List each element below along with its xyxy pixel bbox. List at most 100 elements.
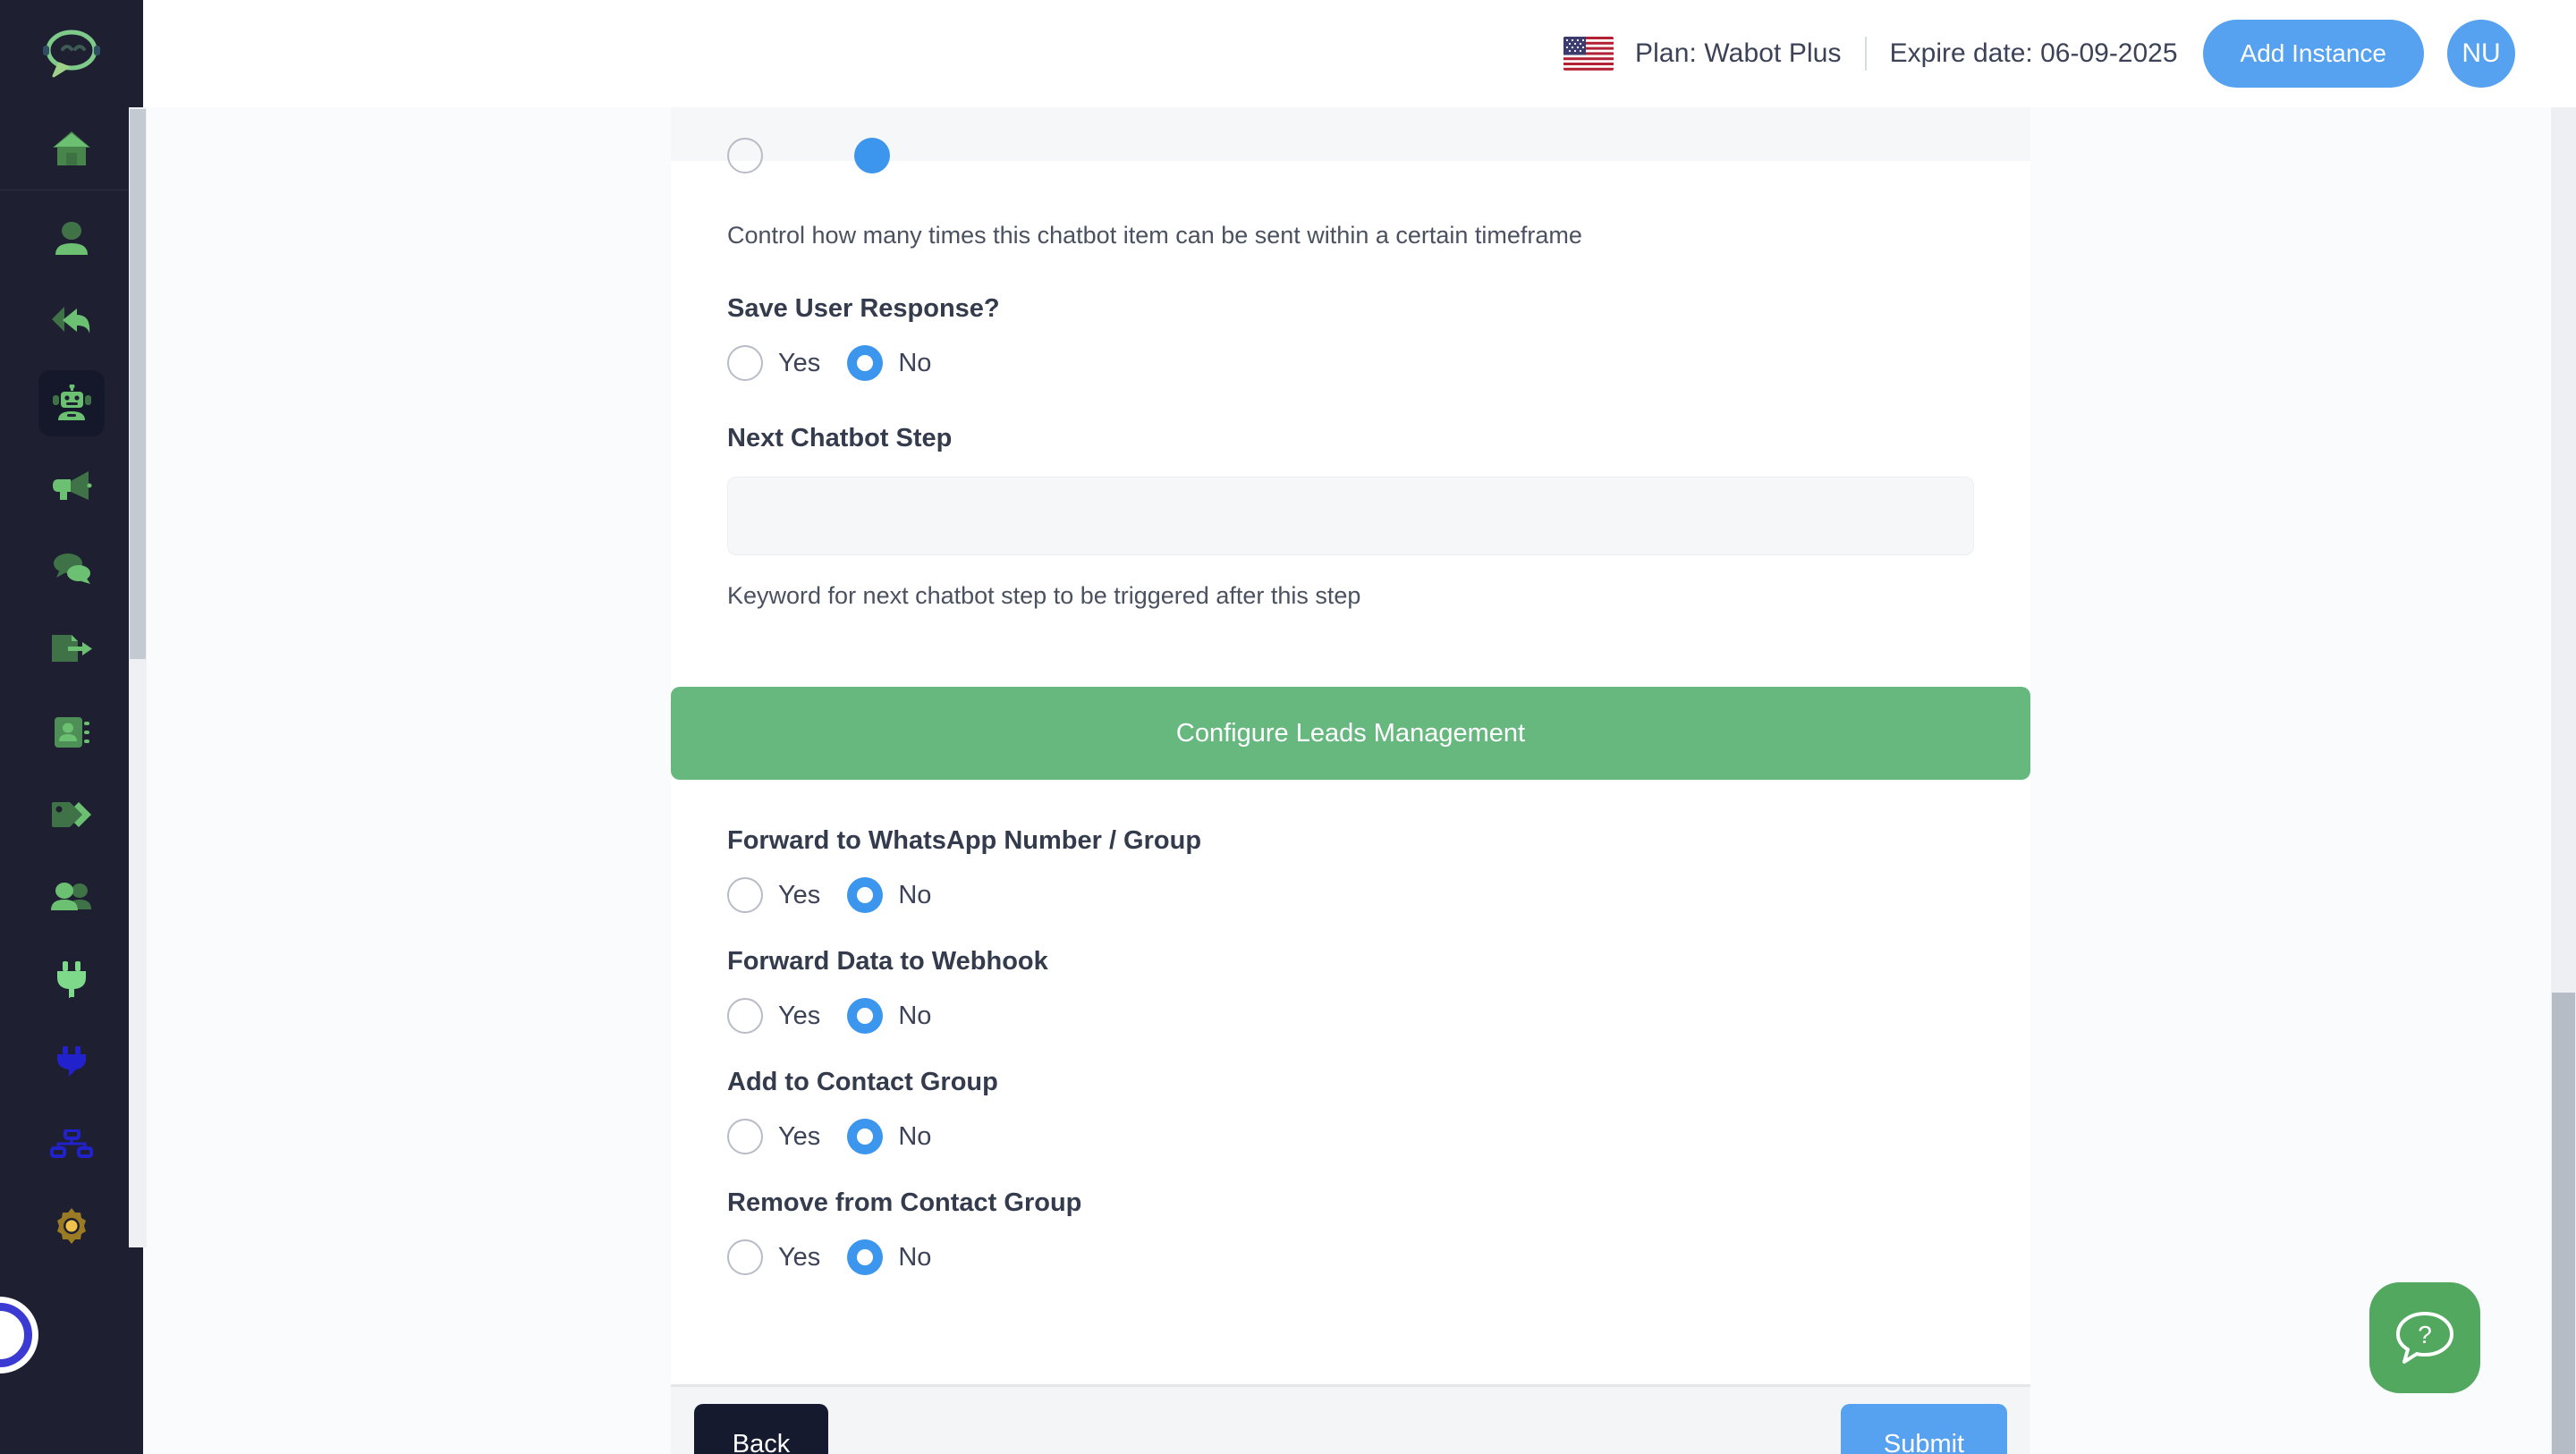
plug-blue-icon bbox=[57, 1046, 86, 1077]
top-header: Plan: Wabot Plus Expire date: 06-09-2025… bbox=[143, 0, 2576, 107]
sidebar-item-home[interactable] bbox=[38, 115, 105, 182]
save-user-response-option-yes[interactable]: Yes bbox=[727, 345, 821, 382]
forward-whatsapp-option-yes[interactable]: Yes bbox=[727, 877, 821, 914]
users-group-icon bbox=[51, 883, 91, 910]
next-chatbot-step-helper: Keyword for next chatbot step to be trig… bbox=[727, 582, 1361, 610]
sidebar-item-bulk-export[interactable] bbox=[38, 617, 105, 683]
robot-icon bbox=[53, 385, 91, 420]
svg-text:?: ? bbox=[2418, 1321, 2432, 1348]
radio-option-label: Yes bbox=[778, 880, 821, 909]
radio-mark-checked[interactable] bbox=[847, 1239, 884, 1276]
radio-mark-checked[interactable] bbox=[847, 998, 884, 1035]
radio-mark-checked[interactable] bbox=[847, 1119, 884, 1155]
sidebar-item-contact-book[interactable] bbox=[38, 699, 105, 765]
sidebar-item-settings[interactable] bbox=[38, 1193, 105, 1259]
forward-webhook-option-yes[interactable]: Yes bbox=[727, 998, 821, 1035]
forward-webhook-option-no[interactable]: No bbox=[847, 998, 932, 1035]
app-root: Plan: Wabot Plus Expire date: 06-09-2025… bbox=[0, 0, 2576, 1454]
user-icon bbox=[55, 222, 88, 255]
megaphone-icon bbox=[53, 471, 92, 500]
reply-all-icon bbox=[52, 307, 90, 334]
chatbot-form-card: Control how many times this chatbot item… bbox=[671, 107, 2030, 1454]
forward-webhook-radio-group: Yes No bbox=[671, 998, 2030, 1035]
header-separator bbox=[1864, 37, 1867, 71]
help-chat-bubble-icon: ? bbox=[2396, 1312, 2453, 1364]
forward-whatsapp-radio-group: Yes No bbox=[671, 877, 2030, 914]
plug-green-icon bbox=[57, 961, 86, 998]
remove-contact-group-radio-group: Yes No bbox=[671, 1239, 2030, 1276]
contact-book-icon bbox=[55, 717, 89, 748]
forward-webhook-label: Forward Data to Webhook bbox=[727, 947, 1048, 976]
radio-option-label: No bbox=[898, 1242, 932, 1272]
tag-icon bbox=[52, 802, 91, 827]
card-bottom-spacer bbox=[671, 1275, 2030, 1345]
back-button[interactable]: Back bbox=[694, 1403, 828, 1454]
leads-banner-label: Configure Leads Management bbox=[1175, 718, 1526, 748]
gear-icon bbox=[57, 1208, 86, 1244]
card-body: Control how many times this chatbot item… bbox=[671, 138, 2030, 1346]
clipped-radio-unselected[interactable] bbox=[727, 138, 763, 173]
save-user-response-label: Save User Response? bbox=[727, 294, 1000, 324]
radio-mark-unchecked[interactable] bbox=[727, 877, 763, 914]
save-user-response-radio-group: Yes No bbox=[671, 345, 2030, 382]
home-icon bbox=[53, 131, 90, 165]
radio-mark-unchecked[interactable] bbox=[727, 1119, 763, 1155]
left-sidebar bbox=[0, 0, 143, 1454]
submit-button[interactable]: Submit bbox=[1841, 1403, 2007, 1454]
radio-option-label: Yes bbox=[778, 348, 821, 377]
clipped-radio-selected[interactable] bbox=[854, 138, 890, 173]
sidebar-item-chats[interactable] bbox=[38, 535, 105, 601]
radio-mark-unchecked[interactable] bbox=[727, 1239, 763, 1276]
radio-mark-unchecked[interactable] bbox=[727, 345, 763, 382]
sidebar-item-campaigns[interactable] bbox=[38, 452, 105, 519]
sidebar-item-flows[interactable] bbox=[38, 1111, 105, 1177]
sidebar-item-auto-reply[interactable] bbox=[38, 288, 105, 354]
radio-option-label: Yes bbox=[778, 1121, 821, 1151]
expire-date-label: Expire date: 06-09-2025 bbox=[1889, 38, 2178, 68]
rate-limit-helper-text: Control how many times this chatbot item… bbox=[727, 222, 1582, 249]
radio-option-label: No bbox=[898, 1001, 932, 1030]
chat-bubbles-icon bbox=[54, 554, 90, 584]
add-contact-group-radio-group: Yes No bbox=[671, 1119, 2030, 1155]
form-footer: Back Submit bbox=[671, 1384, 2030, 1454]
add-contact-group-option-yes[interactable]: Yes bbox=[727, 1119, 821, 1155]
remove-contact-group-label: Remove from Contact Group bbox=[727, 1188, 1082, 1218]
radio-option-label: No bbox=[898, 880, 932, 909]
sidebar-item-chatbot[interactable] bbox=[38, 370, 105, 436]
next-chatbot-step-input[interactable] bbox=[727, 477, 1974, 556]
sidebar-scrollbar-thumb[interactable] bbox=[130, 109, 146, 659]
app-logo[interactable] bbox=[0, 0, 143, 107]
plan-label: Plan: Wabot Plus bbox=[1635, 38, 1842, 68]
sidebar-item-groups[interactable] bbox=[38, 864, 105, 930]
radio-option-label: Yes bbox=[778, 1001, 821, 1030]
radio-option-label: No bbox=[898, 1121, 932, 1151]
configure-leads-management-banner[interactable]: Configure Leads Management bbox=[671, 687, 2030, 781]
sidebar-item-integrations[interactable] bbox=[38, 946, 105, 1012]
forward-whatsapp-label: Forward to WhatsApp Number / Group bbox=[727, 826, 1202, 856]
sidebar-item-contacts[interactable] bbox=[38, 206, 105, 272]
clipped-radio-row bbox=[671, 138, 2030, 181]
remove-contact-group-option-yes[interactable]: Yes bbox=[727, 1239, 821, 1276]
radio-mark-checked[interactable] bbox=[847, 877, 884, 914]
us-flag-icon bbox=[1563, 37, 1614, 71]
avatar[interactable]: NU bbox=[2447, 20, 2515, 88]
add-contact-group-option-no[interactable]: No bbox=[847, 1119, 932, 1155]
page-scrollbar-thumb[interactable] bbox=[2552, 993, 2575, 1454]
radio-option-label: No bbox=[898, 348, 932, 377]
sidebar-item-api[interactable] bbox=[38, 1028, 105, 1095]
main-content: Control how many times this chatbot item… bbox=[143, 107, 2576, 1454]
radio-option-label: Yes bbox=[778, 1242, 821, 1272]
radio-mark-unchecked[interactable] bbox=[727, 998, 763, 1035]
remove-contact-group-option-no[interactable]: No bbox=[847, 1239, 932, 1276]
add-instance-button[interactable]: Add Instance bbox=[2202, 20, 2424, 88]
next-chatbot-step-label: Next Chatbot Step bbox=[727, 424, 953, 453]
support-chat-button[interactable]: ? bbox=[2369, 1282, 2480, 1393]
sidebar-item-tags[interactable] bbox=[38, 782, 105, 848]
save-user-response-option-no[interactable]: No bbox=[847, 345, 932, 382]
add-contact-group-label: Add to Contact Group bbox=[727, 1068, 998, 1097]
forward-whatsapp-option-no[interactable]: No bbox=[847, 877, 932, 914]
sitemap-icon bbox=[50, 1129, 93, 1158]
file-export-icon bbox=[52, 635, 92, 662]
radio-mark-checked[interactable] bbox=[847, 345, 884, 382]
chat-bubble-logo-icon bbox=[43, 30, 100, 78]
